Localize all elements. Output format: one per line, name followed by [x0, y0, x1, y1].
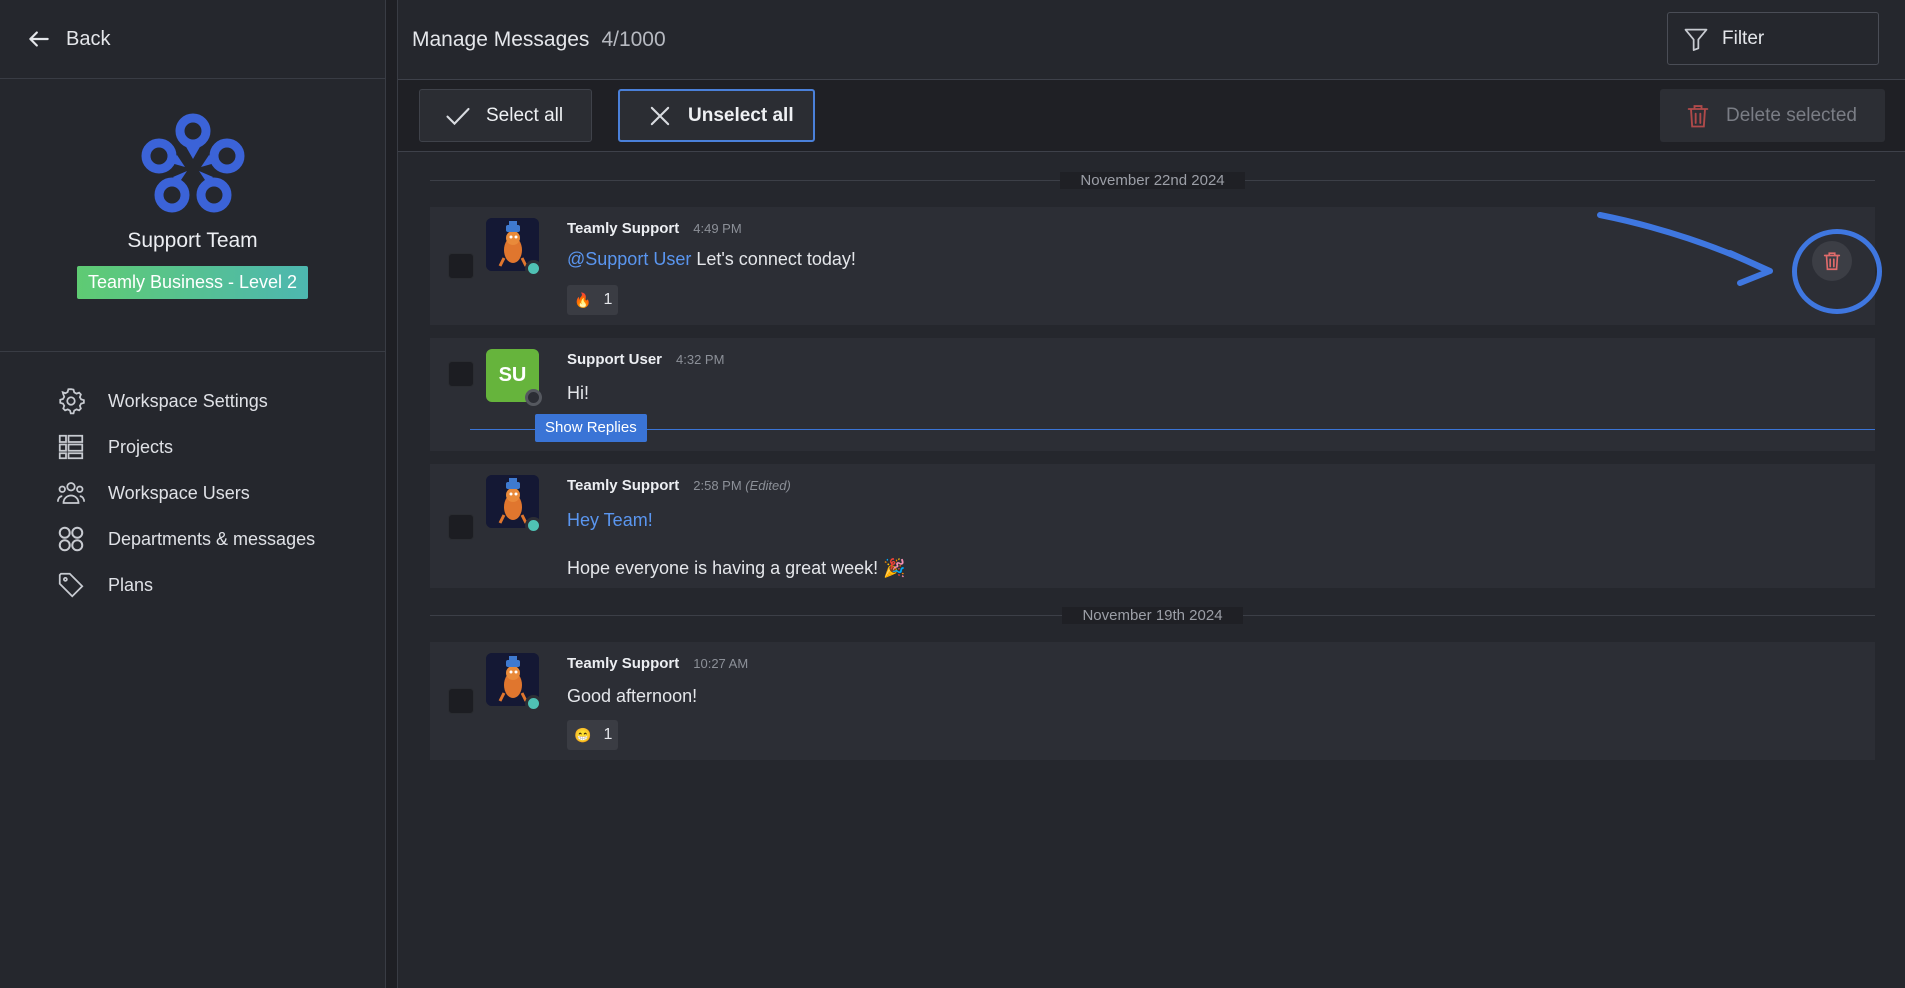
sidebar-nav: Workspace Settings Projects Workspace Us…	[0, 352, 385, 608]
sidebar-item-label: Workspace Settings	[108, 390, 268, 411]
date-label: November 22nd 2024	[1060, 171, 1245, 189]
list-icon	[58, 434, 84, 460]
message-count: 4/1000	[601, 27, 666, 51]
message-time: 2:58 PM (Edited)	[693, 478, 791, 493]
message-row: SU Support User 4:32 PM Hi! Show Replies	[430, 338, 1875, 451]
message-author: Teamly Support 4:49 PM	[567, 220, 742, 237]
user-mention[interactable]: @Support User	[567, 249, 691, 269]
message-author: Teamly Support 2:58 PM (Edited)	[567, 477, 791, 494]
unselect-all-label: Unselect all	[688, 104, 794, 126]
users-icon	[57, 482, 85, 504]
message-row: Teamly Support 10:27 AM Good afternoon! 😁…	[430, 642, 1875, 760]
message-checkbox[interactable]	[448, 514, 474, 540]
message-body: Good afternoon!	[567, 686, 698, 706]
message-row: Teamly Support 2:58 PM (Edited) Hey Team!…	[430, 464, 1875, 588]
action-bar: Select all Unselect all Delete selected	[398, 80, 1905, 152]
edited-label: (Edited)	[745, 478, 791, 493]
team-info: Support Team Teamly Business - Level 2	[0, 79, 385, 352]
author-name: Teamly Support	[567, 655, 680, 672]
trash-icon	[1687, 104, 1709, 127]
message-heading: Hey Team!	[567, 510, 653, 530]
author-name: Support User	[567, 351, 663, 368]
sidebar-item-departments[interactable]: Departments & messages	[0, 516, 385, 562]
team-logo-icon	[141, 113, 244, 213]
date-separator: November 22nd 2024	[430, 153, 1875, 207]
message-text: @Support User Let's connect today!	[567, 249, 856, 270]
message-checkbox[interactable]	[448, 361, 474, 387]
sidebar-item-workspace-settings[interactable]: Workspace Settings	[0, 378, 385, 424]
team-name: Support Team	[127, 229, 258, 252]
back-button[interactable]: Back	[0, 0, 385, 79]
check-icon	[446, 107, 470, 125]
message-checkbox[interactable]	[448, 688, 474, 714]
delete-selected-label: Delete selected	[1726, 104, 1857, 126]
author-name: Teamly Support	[567, 220, 680, 237]
sidebar-item-workspace-users[interactable]: Workspace Users	[0, 470, 385, 516]
plan-badge: Teamly Business - Level 2	[76, 266, 309, 299]
message-time: 4:49 PM	[693, 221, 742, 236]
reaction-chip[interactable]: 🔥 1	[567, 285, 618, 315]
filter-button[interactable]: Filter	[1667, 12, 1879, 65]
online-status-dot	[525, 517, 542, 534]
reaction-count: 1	[603, 291, 613, 308]
message-body: Hope everyone is having a great week! 🎉	[567, 558, 906, 578]
date-label: November 19th 2024	[1062, 606, 1243, 624]
sidebar-item-plans[interactable]: Plans	[0, 562, 385, 608]
online-status-dot	[525, 260, 542, 277]
message-time: 4:32 PM	[676, 352, 725, 367]
message-body: Let's connect today!	[696, 249, 856, 269]
time-value: 2:58 PM	[693, 478, 742, 493]
reaction-chip[interactable]: 😁 1	[567, 720, 618, 750]
thread-divider	[470, 429, 1875, 430]
sidebar-item-label: Departments & messages	[108, 528, 316, 549]
arrow-left-icon	[29, 31, 49, 47]
show-replies-button[interactable]: Show Replies	[535, 414, 647, 442]
online-status-dot	[525, 695, 542, 712]
delete-message-button[interactable]	[1812, 241, 1852, 281]
sidebar: Back Support Team Teamly Business - Leve…	[0, 0, 386, 988]
sidebar-item-label: Projects	[108, 436, 174, 457]
main-panel: Manage Messages 4/1000 Filter Select all…	[397, 0, 1905, 988]
tag-icon	[58, 572, 84, 598]
trash-icon	[1823, 252, 1841, 271]
filter-icon	[1684, 28, 1708, 51]
header: Manage Messages 4/1000 Filter	[398, 0, 1905, 80]
select-all-button[interactable]: Select all	[419, 89, 592, 142]
message-feed: November 22nd 2024 Teamly Support 4:49 PM…	[430, 153, 1875, 773]
message-row: Teamly Support 4:49 PM @Support User Let'…	[430, 207, 1875, 325]
reaction-count: 1	[603, 726, 613, 743]
select-all-label: Select all	[486, 104, 564, 126]
date-separator: November 19th 2024	[430, 588, 1875, 642]
message-time: 10:27 AM	[693, 656, 749, 671]
back-label: Back	[66, 27, 111, 50]
unselect-all-button[interactable]: Unselect all	[618, 89, 815, 142]
sidebar-item-label: Workspace Users	[108, 482, 250, 503]
message-author: Teamly Support 10:27 AM	[567, 655, 748, 672]
author-name: Teamly Support	[567, 477, 680, 494]
close-icon	[650, 106, 670, 125]
message-checkbox[interactable]	[448, 253, 474, 279]
filter-label: Filter	[1722, 27, 1765, 49]
offline-status-dot	[525, 389, 542, 406]
message-body: Hi!	[567, 383, 589, 403]
grin-emoji: 😁	[574, 726, 592, 743]
grid-icon	[58, 526, 84, 552]
delete-selected-button[interactable]: Delete selected	[1660, 89, 1885, 142]
message-author: Support User 4:32 PM	[567, 351, 724, 368]
sidebar-item-label: Plans	[108, 574, 154, 595]
fire-emoji: 🔥	[574, 291, 592, 308]
gear-icon	[59, 388, 85, 415]
page-title: Manage Messages	[412, 27, 590, 51]
sidebar-item-projects[interactable]: Projects	[0, 424, 385, 470]
